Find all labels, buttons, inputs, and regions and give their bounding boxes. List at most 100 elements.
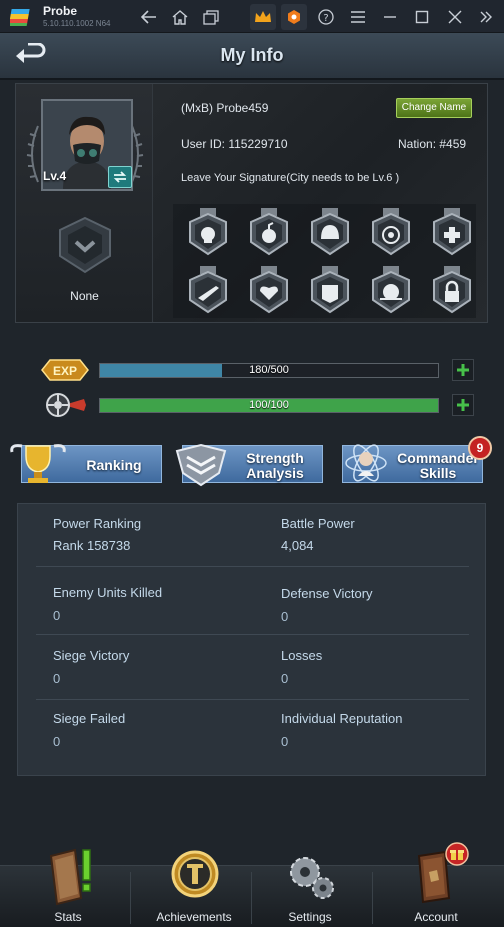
power-ranking-label: Power Ranking: [53, 516, 142, 531]
stamina-icon: [46, 393, 86, 417]
home-icon[interactable]: [169, 6, 191, 28]
armor-medal-icon[interactable]: [308, 266, 352, 314]
locked-medal-icon[interactable]: [430, 266, 474, 314]
player-name: (MxB) Probe459: [181, 101, 269, 115]
page-title: My Info: [220, 45, 284, 65]
siege-victory-value: 0: [53, 671, 61, 686]
emulator-app-name: Probe: [43, 4, 78, 18]
stamina-bar-row: 100/100: [0, 391, 504, 419]
nav-account[interactable]: Account: [373, 842, 499, 927]
swap-icon: [113, 171, 127, 183]
ranking-label: Ranking: [86, 457, 142, 473]
gift-badge-icon: [445, 842, 469, 866]
alliance-emblem-icon[interactable]: [58, 216, 112, 274]
siege-victory-label: Siege Victory: [53, 648, 130, 663]
ranking-button[interactable]: Ranking: [10, 444, 162, 483]
enemy-killed-label: Enemy Units Killed: [53, 585, 163, 600]
add-stamina-button[interactable]: [452, 394, 474, 416]
skull-crest-medal-icon[interactable]: [369, 266, 413, 314]
nav-settings-label: Settings: [288, 910, 332, 924]
battle-power-value: 4,084: [281, 538, 314, 553]
game-header: My Info: [0, 33, 504, 80]
bomb-medal-icon[interactable]: [247, 208, 291, 256]
heart-medal-icon[interactable]: [247, 266, 291, 314]
bottom-nav: Stats Achievements Settings Account: [0, 842, 504, 927]
help-icon[interactable]: ?: [315, 6, 337, 28]
settings-gears-icon: [290, 857, 334, 899]
rank-chevron-icon: [175, 443, 227, 487]
laurel-left-icon: [26, 125, 39, 183]
strength-label-line2: Analysis: [246, 465, 304, 481]
rifle-medal-icon[interactable]: [186, 266, 230, 314]
stats-panel: Power Ranking Rank 158738 Battle Power 4…: [17, 503, 486, 776]
signature-field[interactable]: Leave Your Signature(City needs to be Lv…: [181, 172, 399, 184]
achievement-medal-icon: [171, 850, 219, 898]
emblem-label: None: [70, 289, 99, 303]
svg-text:?: ?: [323, 13, 328, 24]
maximize-icon[interactable]: [411, 6, 433, 28]
menu-icon[interactable]: [347, 6, 369, 28]
nation: Nation: #459: [398, 137, 467, 151]
commander-skills-badge: 9: [468, 436, 492, 460]
medal-grid: [173, 204, 476, 318]
commander-skills-button[interactable]: Commander Skills: [342, 444, 483, 483]
reputation-label: Individual Reputation: [281, 711, 403, 726]
plus-icon: [457, 364, 469, 376]
losses-value: 0: [281, 671, 289, 686]
power-ranking-value: Rank 158738: [53, 538, 131, 553]
stat-divider: [36, 699, 469, 700]
add-exp-button[interactable]: [452, 359, 474, 381]
commander-atom-icon: [345, 444, 387, 482]
medic-medal-icon[interactable]: [430, 208, 474, 256]
stamina-bar-text: 100/100: [249, 399, 289, 411]
strength-label-line1: Strength: [246, 450, 304, 466]
siege-failed-label: Siege Failed: [53, 711, 126, 726]
profile-info: (MxB) Probe459 Change Name User ID: 1152…: [168, 84, 487, 322]
exp-bar-text: 180/500: [249, 364, 289, 376]
level-badge: Lv.4: [43, 169, 67, 183]
recent-apps-icon[interactable]: [200, 6, 222, 28]
expand-sidebar-icon[interactable]: [475, 6, 497, 28]
back-arrow-icon[interactable]: [138, 6, 160, 28]
nav-stats-label: Stats: [54, 910, 82, 924]
minimize-icon[interactable]: [379, 6, 401, 28]
biohazard-medal-icon[interactable]: [369, 208, 413, 256]
defense-victory-label: Defense Victory: [281, 586, 373, 601]
trophy-icon: [10, 444, 66, 483]
exp-bar-row: EXP 180/500: [0, 356, 504, 384]
crown-icon[interactable]: [252, 6, 274, 28]
battle-power-label: Battle Power: [281, 516, 355, 531]
stamina-bar: 100/100: [99, 398, 439, 413]
strength-analysis-button[interactable]: Strength Analysis: [175, 443, 323, 487]
svg-text:EXP: EXP: [53, 364, 77, 378]
close-icon[interactable]: [444, 6, 466, 28]
siege-failed-value: 0: [53, 734, 61, 749]
nav-settings[interactable]: Settings: [247, 857, 373, 927]
reputation-value: 0: [281, 734, 289, 749]
enemy-killed-value: 0: [53, 608, 61, 623]
profile-panel: Lv.4 None (MxB) Probe459 Change Name Use…: [15, 83, 488, 323]
exp-bar: 180/500: [99, 363, 439, 378]
commander-label-line2: Skills: [419, 465, 457, 481]
hexagon-app-icon[interactable]: [283, 6, 305, 28]
nav-achievements-label: Achievements: [156, 910, 232, 924]
avatar-column: Lv.4 None: [16, 84, 153, 322]
helmet-medal-icon[interactable]: [308, 208, 352, 256]
stats-book-icon: [49, 848, 91, 906]
nav-account-label: Account: [414, 910, 458, 924]
nav-stats[interactable]: Stats: [5, 848, 131, 927]
skull-medal-icon[interactable]: [186, 208, 230, 256]
losses-label: Losses: [281, 648, 323, 663]
bluestacks-logo-icon: [10, 9, 30, 26]
defense-victory-value: 0: [281, 609, 289, 624]
user-id: User ID: 115229710: [181, 137, 288, 151]
stat-divider: [36, 566, 469, 567]
emulator-version: 5.10.110.1002 N64: [43, 19, 111, 28]
plus-icon: [457, 399, 469, 411]
emulator-title-bar: Probe 5.10.110.1002 N64 ?: [0, 0, 504, 33]
nav-achievements[interactable]: Achievements: [131, 850, 257, 927]
stat-divider: [36, 634, 469, 635]
change-name-button[interactable]: Change Name: [396, 98, 472, 118]
exp-icon: EXP: [41, 359, 89, 381]
swap-avatar-button[interactable]: [108, 166, 132, 188]
